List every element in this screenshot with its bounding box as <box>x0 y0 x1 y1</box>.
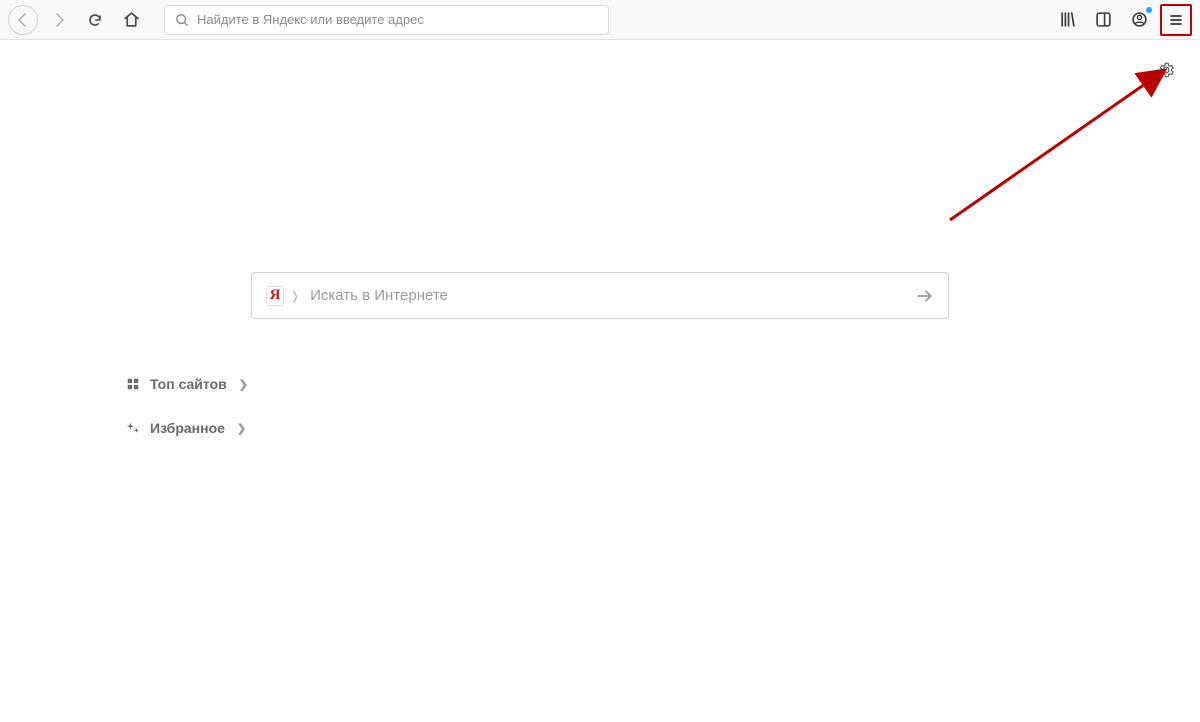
account-button[interactable] <box>1124 5 1154 35</box>
forward-button[interactable] <box>44 5 74 35</box>
sidebar-icon <box>1095 11 1112 28</box>
sidebar-button[interactable] <box>1088 5 1118 35</box>
back-button[interactable] <box>8 5 38 35</box>
hamburger-icon <box>1168 12 1184 28</box>
menu-button[interactable] <box>1164 8 1188 32</box>
reload-button[interactable] <box>80 5 110 35</box>
toolbar-right-icons <box>1052 4 1192 36</box>
favorites-section[interactable]: Избранное ❯ <box>126 420 248 436</box>
arrow-right-icon[interactable] <box>916 287 934 305</box>
annotation-arrow <box>940 60 1190 230</box>
page-content: Я ❭ Топ сайтов ❯ Избранное ❯ <box>0 40 1200 722</box>
url-bar[interactable] <box>164 5 609 35</box>
chevron-right-icon: ❯ <box>239 378 248 391</box>
search-box[interactable]: Я ❭ <box>251 272 949 319</box>
search-input[interactable] <box>310 287 906 304</box>
notification-dot-icon <box>1146 7 1152 13</box>
library-button[interactable] <box>1052 5 1082 35</box>
top-sites-section[interactable]: Топ сайтов ❯ <box>126 376 248 392</box>
grid-icon <box>126 377 140 391</box>
menu-button-highlight <box>1160 4 1192 36</box>
gear-icon <box>1157 61 1175 79</box>
reload-icon <box>87 12 103 28</box>
library-icon <box>1059 11 1076 28</box>
favorites-label: Избранное <box>150 420 225 436</box>
sparkle-icon <box>126 421 140 435</box>
home-button[interactable] <box>116 5 146 35</box>
chevron-right-icon: ❭ <box>290 289 300 303</box>
browser-toolbar <box>0 0 1200 40</box>
sections-list: Топ сайтов ❯ Избранное ❯ <box>126 376 248 436</box>
top-sites-label: Топ сайтов <box>150 376 227 392</box>
chevron-right-icon: ❯ <box>237 422 246 435</box>
search-icon <box>175 13 189 27</box>
settings-button[interactable] <box>1154 58 1178 82</box>
home-icon <box>123 11 140 28</box>
yandex-logo-icon: Я <box>266 286 284 306</box>
url-input[interactable] <box>197 12 598 27</box>
arrow-left-icon <box>15 12 31 28</box>
arrow-right-icon <box>51 12 67 28</box>
account-icon <box>1131 11 1148 28</box>
